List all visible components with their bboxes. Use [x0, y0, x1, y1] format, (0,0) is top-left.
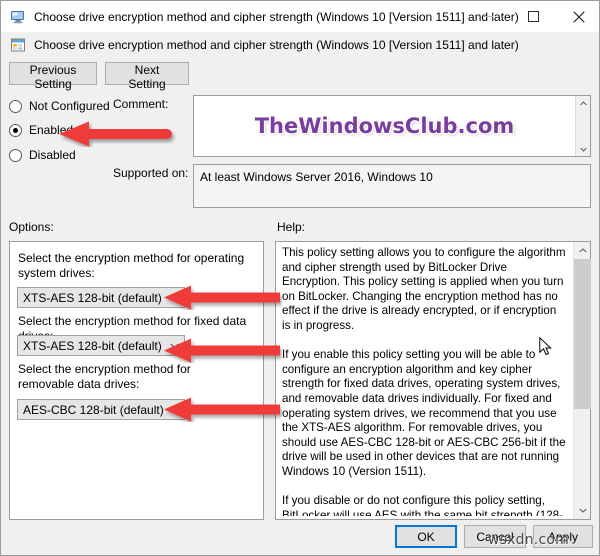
- ok-button[interactable]: OK: [395, 525, 457, 548]
- radio-indicator: [9, 99, 22, 113]
- help-label: Help:: [277, 220, 306, 234]
- radio-label: Enabled: [29, 123, 74, 137]
- help-text: This policy setting allows you to config…: [282, 246, 566, 516]
- options-label: Options:: [9, 220, 54, 234]
- scroll-down-icon[interactable]: [576, 142, 591, 156]
- radio-not-configured[interactable]: Not Configured: [9, 99, 110, 113]
- radio-disabled[interactable]: Disabled: [9, 148, 76, 162]
- window-controls: [466, 1, 599, 32]
- chevron-down-icon: [164, 407, 184, 413]
- cancel-button[interactable]: Cancel: [464, 525, 526, 548]
- radio-indicator: [9, 148, 22, 162]
- help-panel: This policy setting allows you to config…: [275, 241, 591, 520]
- thewindowsclub-watermark: TheWindowsClub.com: [254, 114, 515, 138]
- policy-header: Choose drive encryption method and ciphe…: [1, 32, 599, 58]
- scroll-up-icon[interactable]: [576, 96, 591, 110]
- scroll-down-icon[interactable]: [574, 502, 591, 519]
- comment-input[interactable]: TheWindowsClub.com: [193, 95, 591, 157]
- combo-fixed-drives[interactable]: XTS-AES 128-bit (default): [17, 335, 185, 356]
- radio-indicator: [9, 123, 22, 137]
- combo-fixed-drives-value: XTS-AES 128-bit (default): [23, 338, 162, 353]
- supported-on-label: Supported on:: [113, 166, 189, 180]
- supported-on-box: At least Windows Server 2016, Windows 10: [193, 164, 591, 208]
- help-scrollbar-thumb[interactable]: [574, 259, 591, 409]
- policy-name: Choose drive encryption method and ciphe…: [34, 38, 519, 52]
- options-panel: Select the encryption method for operati…: [9, 241, 264, 520]
- radio-label: Disabled: [29, 148, 76, 162]
- policy-monitor-icon: [10, 9, 26, 25]
- combo-removable-drives[interactable]: AES-CBC 128-bit (default): [17, 399, 185, 420]
- comment-scrollbar[interactable]: [575, 96, 590, 156]
- group-policy-setting-window: Choose drive encryption method and ciphe…: [0, 0, 600, 556]
- scroll-up-icon[interactable]: [574, 242, 591, 259]
- close-button[interactable]: [556, 1, 599, 32]
- maximize-button[interactable]: [511, 1, 556, 32]
- previous-setting-button[interactable]: Previous Setting: [9, 62, 97, 91]
- help-scrollbar[interactable]: [573, 242, 591, 519]
- apply-button[interactable]: Apply: [533, 525, 593, 548]
- combo-removable-drives-value: AES-CBC 128-bit (default): [23, 402, 164, 417]
- arrow-enabled: [59, 121, 177, 152]
- combo-os-drives[interactable]: XTS-AES 128-bit (default): [17, 287, 185, 308]
- title-bar: Choose drive encryption method and ciphe…: [1, 1, 599, 32]
- comment-label: Comment:: [113, 97, 169, 111]
- window-title: Choose drive encryption method and ciphe…: [34, 9, 519, 24]
- option-label-removable-drives: Select the encryption method for removab…: [18, 362, 191, 391]
- policy-setting-icon: [10, 37, 26, 53]
- chevron-down-icon: [164, 343, 184, 349]
- minimize-button[interactable]: [466, 1, 511, 32]
- option-label-os-drives: Select the encryption method for operati…: [18, 251, 245, 280]
- combo-os-drives-value: XTS-AES 128-bit (default): [23, 290, 162, 305]
- next-setting-button[interactable]: Next Setting: [105, 62, 189, 91]
- chevron-down-icon: [164, 295, 184, 301]
- supported-on-value: At least Windows Server 2016, Windows 10: [200, 170, 433, 184]
- radio-label: Not Configured: [29, 99, 110, 113]
- radio-enabled[interactable]: Enabled: [9, 123, 73, 137]
